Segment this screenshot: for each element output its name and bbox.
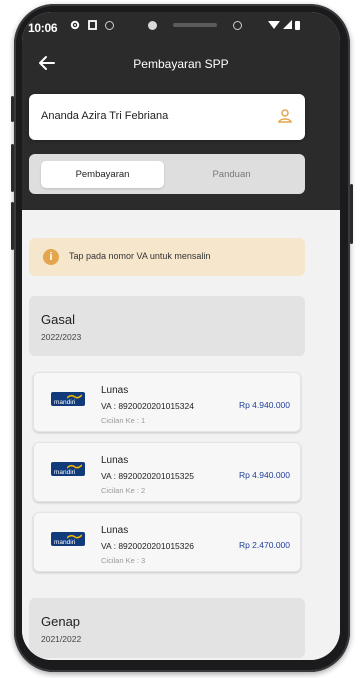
circle-icon [105, 20, 114, 30]
app-bar: Pembayaran SPP [22, 50, 340, 80]
speaker-grille [173, 23, 217, 27]
tab-pembayaran[interactable]: Pembayaran [41, 161, 164, 188]
page-title: Pembayaran SPP [133, 57, 229, 71]
status-icons-right [268, 20, 300, 30]
student-selector[interactable]: Ananda Azira Tri Febriana [29, 94, 305, 140]
payment-amount: Rp 2.470.000 [238, 540, 290, 550]
payment-amount: Rp 4.940.000 [238, 400, 290, 410]
status-time: 10:06 [28, 21, 58, 35]
copy-hint-alert: i Tap pada nomor VA untuk mensalin [29, 238, 305, 276]
student-name: Ananda Azira Tri Febriana [41, 110, 169, 122]
app-screen: 10:06 Pembayaran SPP Ananda Azira Tri Fe… [22, 12, 340, 660]
va-number[interactable]: VA : 8920020201015326 [101, 541, 194, 551]
settings-icon [70, 20, 80, 30]
payment-list: i Tap pada nomor VA untuk mensalin Gasal… [22, 210, 340, 660]
va-number[interactable]: VA : 8920020201015324 [101, 401, 194, 411]
volume-down-button [11, 144, 14, 192]
va-number[interactable]: VA : 8920020201015325 [101, 471, 194, 481]
signal-icon [283, 20, 292, 29]
camera-lens-icon [148, 20, 157, 30]
sensor-icon [233, 20, 242, 30]
status-bar: 10:06 [22, 12, 340, 42]
payment-status: Lunas [101, 525, 129, 536]
payment-status: Lunas [101, 385, 129, 396]
semester-year: 2021/2022 [41, 634, 82, 644]
power-button [350, 184, 353, 244]
status-icons-left [70, 20, 114, 30]
mandiri-logo-icon: mandiri [51, 392, 85, 406]
semester-header-genap[interactable]: Genap 2021/2022 [29, 598, 305, 658]
installment-number: Cicilan Ke : 1 [101, 416, 146, 425]
semester-title: Genap [41, 614, 81, 629]
semester-year: 2022/2023 [41, 332, 82, 342]
wifi-icon [268, 21, 280, 29]
info-icon: i [43, 249, 59, 265]
payment-item[interactable]: mandiri Lunas VA : 8920020201015325 Cici… [33, 442, 301, 502]
tab-bar: Pembayaran Panduan [29, 154, 305, 194]
notification-icon [88, 20, 97, 30]
volume-up-button [11, 96, 14, 122]
semester-title: Gasal [41, 312, 75, 327]
installment-number: Cicilan Ke : 2 [101, 486, 146, 495]
payment-amount: Rp 4.940.000 [238, 470, 290, 480]
payment-item[interactable]: mandiri Lunas VA : 8920020201015324 Cici… [33, 372, 301, 432]
alert-text: Tap pada nomor VA untuk mensalin [69, 251, 211, 261]
installment-number: Cicilan Ke : 3 [101, 556, 146, 565]
payment-status: Lunas [101, 455, 129, 466]
mandiri-logo-icon: mandiri [51, 532, 85, 546]
semester-header-gasal[interactable]: Gasal 2022/2023 [29, 296, 305, 356]
tab-panduan[interactable]: Panduan [170, 161, 293, 188]
user-icon[interactable] [277, 108, 293, 124]
mandiri-logo-icon: mandiri [51, 462, 85, 476]
camera-notch [140, 18, 250, 32]
payment-item[interactable]: mandiri Lunas VA : 8920020201015326 Cici… [33, 512, 301, 572]
battery-icon [295, 21, 300, 30]
side-button [11, 202, 14, 250]
